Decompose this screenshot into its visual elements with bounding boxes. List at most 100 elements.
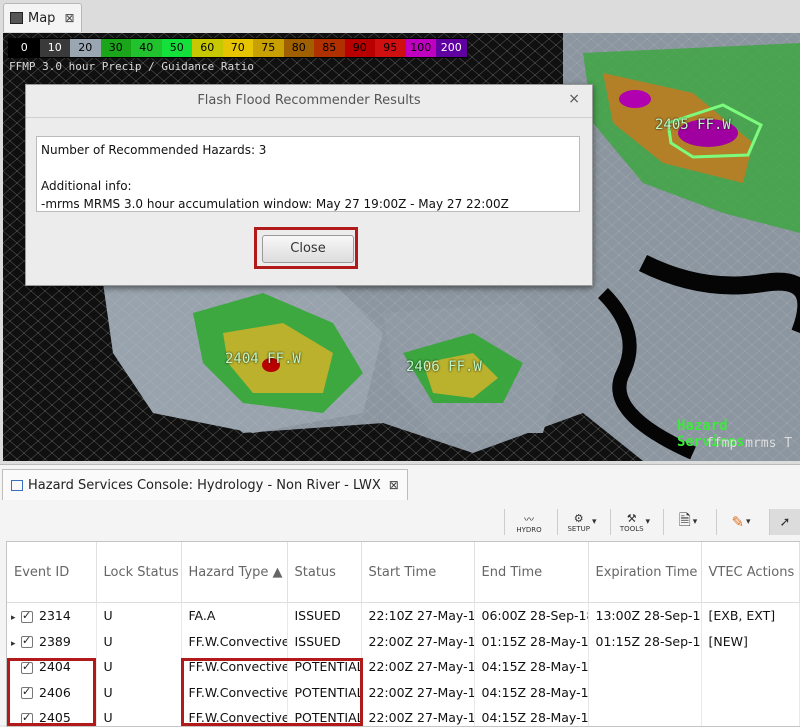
hazard-type: FA.A — [181, 602, 288, 629]
end-time: 06:00Z 28-Sep-18 — [474, 602, 589, 629]
expand-arrow-icon[interactable]: ▸ — [11, 613, 21, 623]
end-time: 04:15Z 28-May-18 — [474, 679, 589, 705]
col-event-id[interactable]: Event ID — [7, 542, 97, 603]
tab-map[interactable]: Map ⊠ — [3, 3, 82, 32]
hazard-type: FF.W.Convective — [181, 654, 288, 680]
hazard-label-2406[interactable]: 2406 FF.W — [406, 359, 482, 375]
dialog-message: Number of Recommended Hazards: 3 Additio… — [36, 136, 580, 212]
col-expiration-time[interactable]: Expiration Time — [588, 542, 702, 603]
row-checkbox[interactable] — [21, 634, 33, 649]
document-button[interactable]: 🗎 ▾ — [663, 509, 712, 535]
color-scale-cell: 100 — [405, 39, 436, 57]
row-checkbox[interactable] — [21, 660, 33, 674]
console-toolbar: 〰 HYDRO ⚙ SETUP ▾ ⚒ TOOLS ▾ 🗎 ▾ ✎ ▾ ➚ — [504, 507, 800, 537]
start-time: 22:00Z 27-May-18 — [361, 679, 475, 705]
chevron-down-icon[interactable]: ▾ — [693, 517, 698, 527]
gear-icon: ⚙ — [573, 511, 584, 525]
select-cursor-button[interactable]: ➚ — [769, 509, 800, 535]
table-row[interactable]: 2404 UFF.W.ConvectivePOTENTIAL22:00Z 27-M… — [7, 654, 800, 680]
lock-status: U — [96, 654, 182, 680]
start-time: 22:10Z 27-May-18 — [361, 602, 475, 629]
col-hazard-type[interactable]: Hazard Type ▲ — [181, 542, 288, 603]
dialog-line: -mrms MRMS 3.0 hour accumulation window:… — [41, 197, 509, 211]
color-scale-cell: 70 — [222, 39, 253, 57]
expiration-time: 01:15Z 28-Sep-18 — [588, 628, 702, 654]
row-checkbox[interactable] — [21, 711, 33, 725]
chevron-down-icon[interactable]: ▾ — [746, 517, 751, 527]
vtec-actions: [EXB, EXT] — [701, 602, 800, 629]
end-time: 01:15Z 28-May-18 — [474, 628, 589, 654]
col-lock-status[interactable]: Lock Status — [96, 542, 182, 603]
lock-status: U — [96, 679, 182, 705]
recommender-results-dialog: Flash Flood Recommender Results × Number… — [25, 84, 593, 286]
status: ISSUED — [287, 602, 362, 629]
color-scale-cell: 30 — [100, 39, 131, 57]
close-icon[interactable]: ⊠ — [64, 11, 74, 25]
col-end-time[interactable]: End Time — [474, 542, 589, 603]
vtec-actions — [701, 654, 800, 680]
start-time: 22:00Z 27-May-18 — [361, 628, 475, 654]
tab-console-label: Hazard Services Console: Hydrology - Non… — [28, 477, 381, 493]
close-icon[interactable]: × — [568, 91, 580, 107]
map-icon — [10, 12, 23, 24]
hazard-type: FF.W.Convective — [181, 679, 288, 705]
color-scale-cell: 85 — [314, 39, 345, 57]
color-scale-cell: 80 — [283, 39, 314, 57]
tools-button[interactable]: ⚒ TOOLS ▾ — [610, 509, 659, 535]
console-icon — [11, 479, 23, 491]
expiration-time — [588, 679, 702, 705]
status: ISSUED — [287, 628, 362, 654]
hazard-label-top[interactable]: 2405 FF.W — [655, 117, 731, 133]
hammer-icon: ⚒ — [626, 511, 637, 525]
vtec-actions: [NEW] — [701, 628, 800, 654]
event-id: 2406 — [39, 684, 71, 700]
color-scale: 0 10 20 30 40 50 60 70 75 80 85 90 95 100 200 — [8, 38, 468, 58]
table-row[interactable]: 2406 UFF.W.ConvectivePOTENTIAL22:00Z 27-M… — [7, 679, 800, 705]
table-row[interactable]: ▸ 2314 UFA.AISSUED22:10Z 27-May-1806:00Z 2… — [7, 602, 800, 629]
tab-console[interactable]: Hazard Services Console: Hydrology - Non… — [2, 469, 408, 500]
chevron-down-icon[interactable]: ▾ — [646, 517, 651, 527]
pencil-icon: ✎ — [731, 513, 745, 531]
expand-arrow-icon[interactable]: ▸ — [11, 639, 21, 649]
close-icon[interactable]: ⊠ — [389, 478, 399, 492]
vtec-actions — [701, 679, 800, 705]
hydro-label: HYDRO — [516, 525, 542, 534]
color-scale-cell: 50 — [161, 39, 192, 57]
color-scale-cell: 95 — [375, 39, 406, 57]
setup-button[interactable]: ⚙ SETUP ▾ — [557, 509, 606, 535]
dialog-line: Additional info: — [41, 179, 132, 193]
row-checkbox[interactable] — [21, 685, 33, 700]
row-checkbox[interactable] — [21, 609, 33, 623]
event-id: 2389 — [39, 633, 71, 649]
table-header: Event ID Lock Status Hazard Type ▲ Statu… — [7, 542, 800, 603]
color-scale-cell: 200 — [436, 39, 467, 57]
lock-status: U — [96, 602, 182, 629]
hydro-button[interactable]: 〰 HYDRO — [504, 509, 553, 535]
event-id: 2405 — [39, 710, 71, 726]
color-scale-cell: 60 — [192, 39, 223, 57]
color-scale-cell: 0 — [9, 39, 40, 57]
tab-map-label: Map — [28, 10, 56, 26]
start-time: 22:00Z 27-May-18 — [361, 654, 475, 680]
map-caption: FFMP 3.0 hour Precip / Guidance Ratio — [9, 60, 255, 73]
color-scale-cell: 20 — [70, 39, 101, 57]
hydro-icon: 〰 — [524, 514, 534, 526]
event-id: 2404 — [39, 659, 71, 675]
hazard-type: FF.W.Convective — [181, 628, 288, 654]
document-icon: 🗎 — [678, 510, 691, 529]
pencil-button[interactable]: ✎ ▾ — [716, 509, 765, 535]
end-time: 04:15Z 28-May-18 — [474, 654, 589, 680]
color-scale-cell: 75 — [253, 39, 284, 57]
col-vtec-actions[interactable]: VTEC Actions — [701, 542, 800, 603]
lock-status: U — [96, 628, 182, 654]
status: POTENTIAL — [287, 654, 362, 680]
hazard-label-2404[interactable]: 2404 FF.W — [225, 351, 301, 367]
col-status[interactable]: Status — [287, 542, 362, 603]
table-row[interactable]: ▸ 2389 UFF.W.ConvectiveISSUED22:00Z 27-May… — [7, 628, 800, 654]
close-button[interactable]: Close — [262, 235, 354, 263]
chevron-down-icon[interactable]: ▾ — [592, 517, 597, 527]
col-start-time[interactable]: Start Time — [361, 542, 475, 603]
event-id: 2314 — [39, 608, 71, 624]
color-scale-cell: 90 — [344, 39, 375, 57]
color-scale-cell: 40 — [131, 39, 162, 57]
